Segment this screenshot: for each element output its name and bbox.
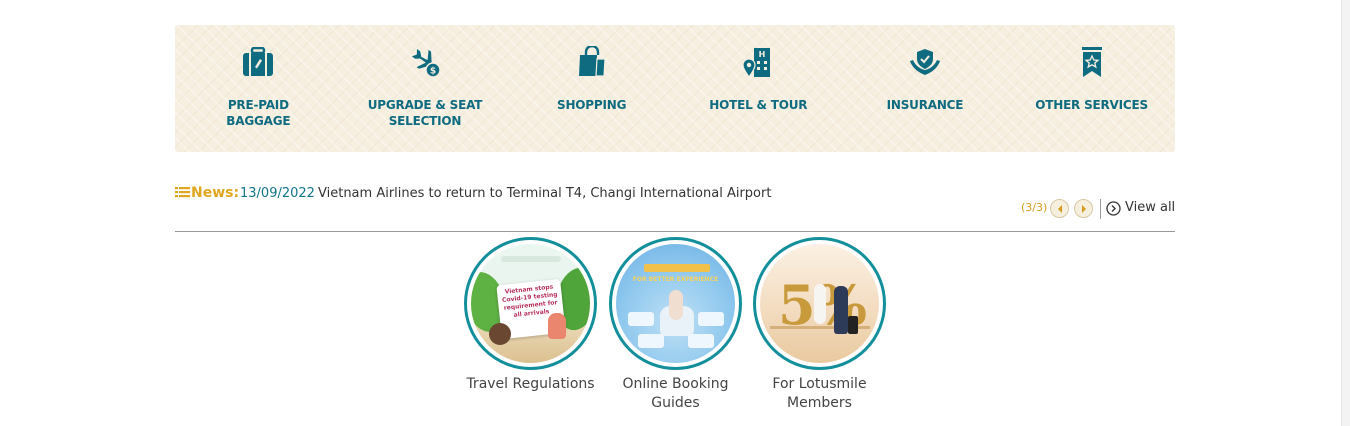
promo-caption: Online Booking Guides [622,376,729,411]
service-label: SHOPPING [557,98,627,112]
promo-caption: Travel Regulations [466,376,595,392]
promo-travel-regulations[interactable]: Vietnam stops Covid-19 testing requireme… [464,237,597,394]
news-next-button[interactable] [1074,199,1093,218]
insurance-shield-icon [908,45,942,79]
promo-thumbnail: 5% [753,237,886,370]
service-shopping[interactable]: SHOPPING [508,25,675,152]
service-label: HOTEL & TOUR [709,98,808,112]
promo-thumbnail: FOR BETTER EXPERIENCE [609,237,742,370]
service-label: OTHER SERVICES [1035,98,1148,112]
promo-image: Vietnam stops Covid-19 testing requireme… [471,244,590,363]
star-bookmark-icon [1075,45,1109,79]
hotel-icon: H [741,45,775,79]
service-label: UPGRADE & SEAT SELECTION [367,98,483,128]
news-headline-link[interactable]: Vietnam Airlines to return to Terminal T… [318,186,771,201]
arrow-circle-right-icon [1106,201,1121,216]
news-heading: News: [191,185,240,201]
service-prepaid-baggage[interactable]: PRE-PAID BAGGAGE [175,25,342,152]
section-divider [175,231,1175,232]
service-label: INSURANCE [886,98,964,112]
list-icon [175,187,190,198]
promo-caption: For Lotusmile Members [772,376,867,411]
service-insurance[interactable]: INSURANCE [842,25,1009,152]
page-scrollbar[interactable] [1341,0,1350,426]
promo-online-booking-guides[interactable]: FOR BETTER EXPERIENCE Online Booking Gui… [609,237,742,413]
service-label: PRE-PAID BAGGAGE [226,98,291,128]
upgrade-plane-icon: $ [408,45,442,79]
chevron-right-icon [1082,205,1086,213]
services-panel: PRE-PAID BAGGAGE $ UPGRADE & SEAT SELECT… [175,25,1175,152]
service-other[interactable]: OTHER SERVICES [1008,25,1175,152]
svg-text:H: H [759,50,766,59]
svg-text:$: $ [430,67,436,77]
service-hotel-tour[interactable]: H HOTEL & TOUR [675,25,842,152]
news-date: 13/09/2022 [240,186,315,201]
news-pager: (3/3) View all [1021,199,1176,219]
news-counter: (3/3) [1021,201,1048,214]
promo-thumbnail: Vietnam stops Covid-19 testing requireme… [464,237,597,370]
chevron-left-icon [1058,205,1062,213]
promo-image: 5% [760,244,879,363]
service-upgrade-seat[interactable]: $ UPGRADE & SEAT SELECTION [342,25,509,152]
baggage-icon [241,45,275,79]
pager-separator [1100,199,1101,219]
promo-image-text: FOR BETTER EXPERIENCE [632,276,719,283]
promo-image: FOR BETTER EXPERIENCE [616,244,735,363]
news-prev-button[interactable] [1050,199,1069,218]
shopping-bag-icon [575,45,609,79]
view-all-label: View all [1125,200,1176,215]
promo-lotusmile-members[interactable]: 5% For Lotusmile Members [753,237,886,413]
